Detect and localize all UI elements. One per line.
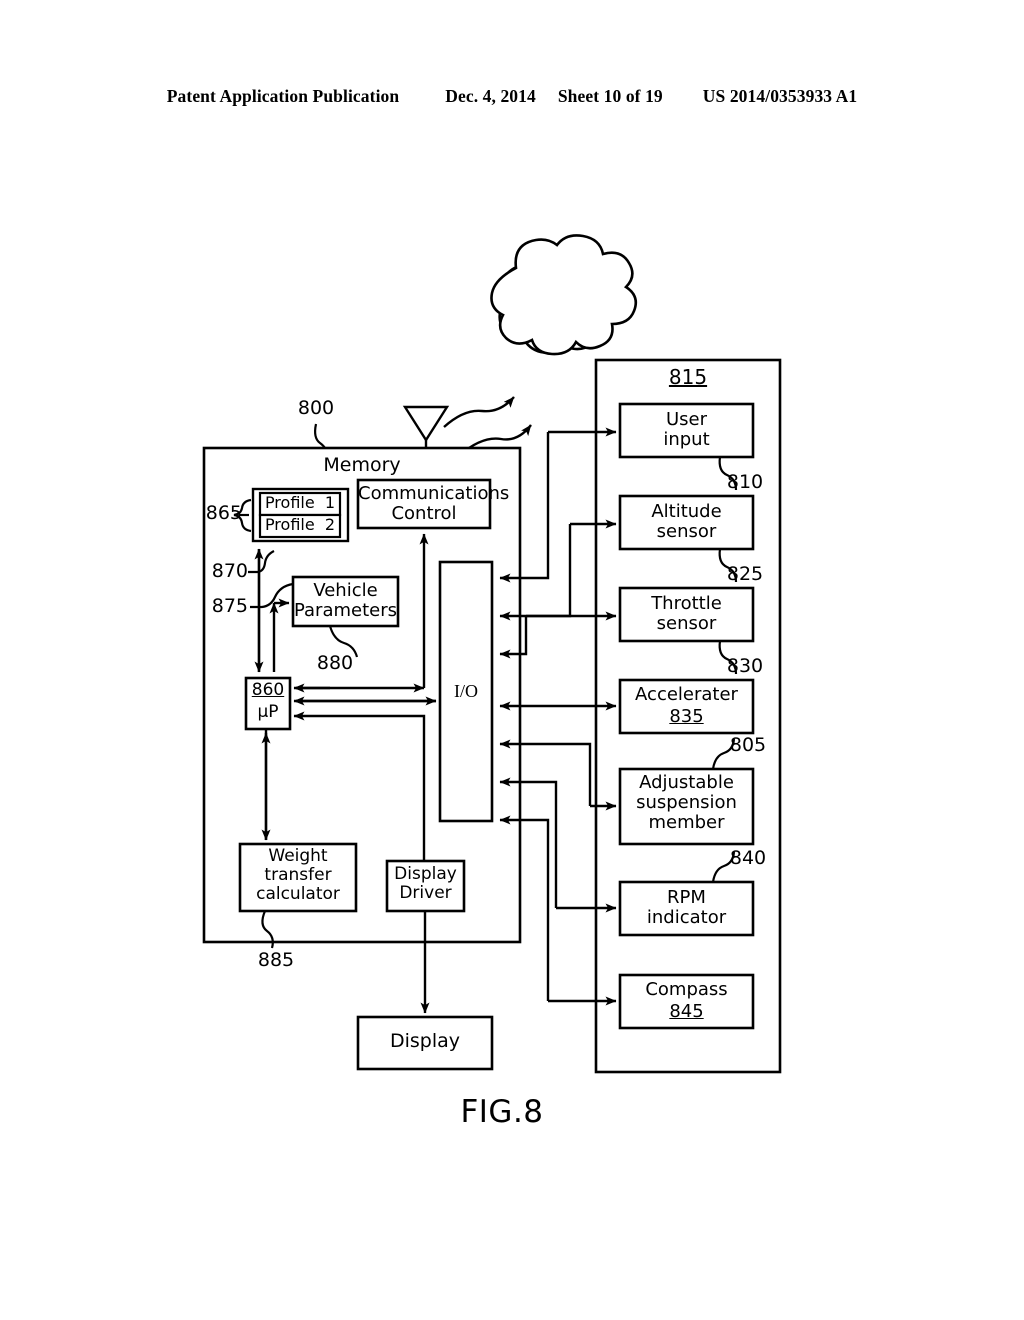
ref-880: 880 (316, 652, 354, 674)
ref-845: 845 (669, 1001, 704, 1022)
ref-830: 830 (726, 655, 764, 677)
ref-805: 805 (729, 734, 767, 756)
rpm-indicator-label: RPM indicator (646, 887, 727, 929)
ref-825: 825 (726, 563, 764, 585)
profile-2-label: Profile 2 (264, 515, 336, 534)
weight-transfer-calculator-label: Weight transfer calculator (256, 846, 340, 905)
altitude-sensor-label: Altitude sensor (651, 501, 722, 543)
ref-865: 865 (205, 502, 242, 524)
microprocessor-label: µP (257, 702, 279, 722)
figure-8-drawing: Memory 800 865 Profile 1 Profile 2 870 8… (0, 0, 1024, 1320)
memory-label: Memory (323, 454, 401, 476)
display-label: Display (389, 1030, 461, 1052)
ref-835: 835 (669, 706, 704, 727)
compass-label: Compass (645, 979, 728, 1000)
ref-885: 885 (257, 949, 295, 971)
display-driver-label: Display Driver (394, 864, 457, 904)
io-label: I/O (454, 681, 478, 701)
user-input-label: User input (663, 409, 710, 451)
accelerater-label: Accelerater (635, 684, 738, 705)
figure-caption: FIG.8 (460, 1094, 544, 1130)
cloud-icon (490, 234, 638, 356)
ref-800: 800 (297, 397, 335, 419)
profile-1-label: Profile 1 (264, 493, 336, 512)
ref-810: 810 (726, 471, 764, 493)
wireless-signal-arrows (443, 396, 532, 456)
ref-860: 860 (251, 680, 285, 700)
ref-840: 840 (729, 847, 767, 869)
ref-870: 870 (211, 560, 248, 582)
ref-875: 875 (211, 595, 248, 617)
adjustable-suspension-label: Adjustable suspension member (636, 772, 737, 834)
throttle-sensor-label: Throttle sensor (651, 593, 722, 635)
vehicle-parameters-label: Vehicle Parameters (293, 580, 398, 622)
ref-815: 815 (668, 365, 708, 389)
communications-control-label: Communications Control (358, 483, 510, 525)
